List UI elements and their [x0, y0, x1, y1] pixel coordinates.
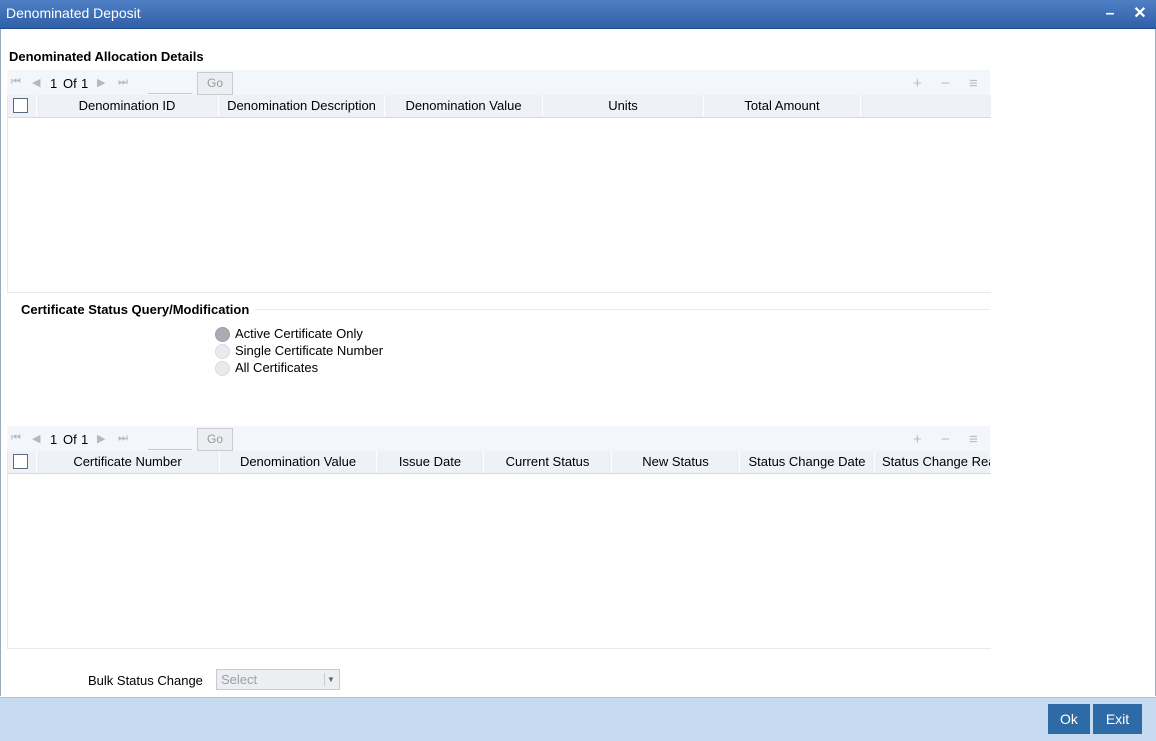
page-number-input[interactable]	[148, 430, 192, 450]
go-button[interactable]: Go	[197, 72, 233, 95]
column-header-empty	[861, 95, 992, 117]
allocation-pager: ⏮ ◀ 1 Of 1 ▶ ⏭ Go + − ≡	[7, 70, 990, 96]
prev-page-icon[interactable]: ◀	[32, 432, 40, 445]
column-header[interactable]: Denomination Value	[385, 95, 543, 117]
certificates-grid: Certificate Number Denomination Value Is…	[7, 451, 991, 649]
window-titlebar: Denominated Deposit – ✕	[0, 0, 1156, 29]
column-header[interactable]: Certificate Number	[36, 451, 220, 473]
delete-row-icon[interactable]: −	[941, 431, 950, 448]
radio-button[interactable]	[215, 361, 230, 376]
select-all-cell	[8, 451, 37, 473]
radio-button-selected[interactable]	[215, 327, 230, 342]
bulk-status-value: Select	[221, 672, 258, 687]
delete-row-icon[interactable]: −	[941, 75, 950, 92]
next-page-icon[interactable]: ▶	[97, 76, 105, 89]
bulk-status-select[interactable]: Select ▼	[216, 669, 340, 690]
column-header[interactable]: Denomination ID	[36, 95, 219, 117]
columns-icon[interactable]: ≡	[969, 431, 978, 448]
select-all-checkbox[interactable]	[13, 98, 28, 113]
column-header[interactable]: Status Change Rea	[875, 451, 991, 473]
page-of-label: Of	[63, 432, 77, 447]
first-page-icon[interactable]: ⏮	[11, 432, 21, 445]
column-header[interactable]: New Status	[612, 451, 740, 473]
column-header[interactable]: Current Status	[484, 451, 612, 473]
select-all-checkbox[interactable]	[13, 454, 28, 469]
chevron-down-icon[interactable]: ▼	[324, 673, 337, 686]
current-page: 1	[50, 76, 58, 91]
column-header[interactable]: Denomination Description	[219, 95, 385, 117]
allocation-grid: Denomination ID Denomination Description…	[7, 95, 992, 293]
minimize-icon[interactable]: –	[1101, 5, 1119, 23]
radio-button[interactable]	[215, 344, 230, 359]
certificates-grid-header: Certificate Number Denomination Value Is…	[8, 451, 991, 474]
certificates-pager: ⏮ ◀ 1 Of 1 ▶ ⏭ Go + − ≡	[7, 426, 990, 452]
certificate-query-title: Certificate Status Query/Modification	[21, 302, 250, 317]
footer-bar: Ok Exit	[0, 697, 1156, 741]
exit-button[interactable]: Exit	[1093, 704, 1142, 734]
section-divider	[255, 309, 990, 310]
total-pages: 1	[81, 76, 89, 91]
current-page: 1	[50, 432, 58, 447]
radio-label: Active Certificate Only	[235, 326, 363, 341]
go-button[interactable]: Go	[197, 428, 233, 451]
last-page-icon[interactable]: ⏭	[118, 432, 128, 445]
total-pages: 1	[81, 432, 89, 447]
page-of-label: Of	[63, 76, 77, 91]
column-header[interactable]: Denomination Value	[220, 451, 377, 473]
allocation-section-title: Denominated Allocation Details	[9, 49, 204, 64]
window-title: Denominated Deposit	[6, 5, 141, 21]
add-row-icon[interactable]: +	[913, 431, 922, 448]
ok-button[interactable]: Ok	[1048, 704, 1090, 734]
close-icon[interactable]: ✕	[1131, 5, 1149, 23]
first-page-icon[interactable]: ⏮	[11, 76, 21, 89]
column-header[interactable]: Issue Date	[377, 451, 484, 473]
bulk-status-label: Bulk Status Change	[88, 673, 203, 688]
page-number-input[interactable]	[148, 74, 192, 94]
column-header[interactable]: Total Amount	[704, 95, 861, 117]
select-all-cell	[8, 95, 37, 117]
column-header[interactable]: Units	[543, 95, 704, 117]
radio-label: Single Certificate Number	[235, 343, 384, 358]
columns-icon[interactable]: ≡	[969, 75, 978, 92]
last-page-icon[interactable]: ⏭	[118, 76, 128, 89]
allocation-grid-header: Denomination ID Denomination Description…	[8, 95, 992, 118]
radio-label: All Certificates	[235, 360, 319, 375]
prev-page-icon[interactable]: ◀	[32, 76, 40, 89]
next-page-icon[interactable]: ▶	[97, 432, 105, 445]
column-header[interactable]: Status Change Date	[740, 451, 875, 473]
add-row-icon[interactable]: +	[913, 75, 922, 92]
